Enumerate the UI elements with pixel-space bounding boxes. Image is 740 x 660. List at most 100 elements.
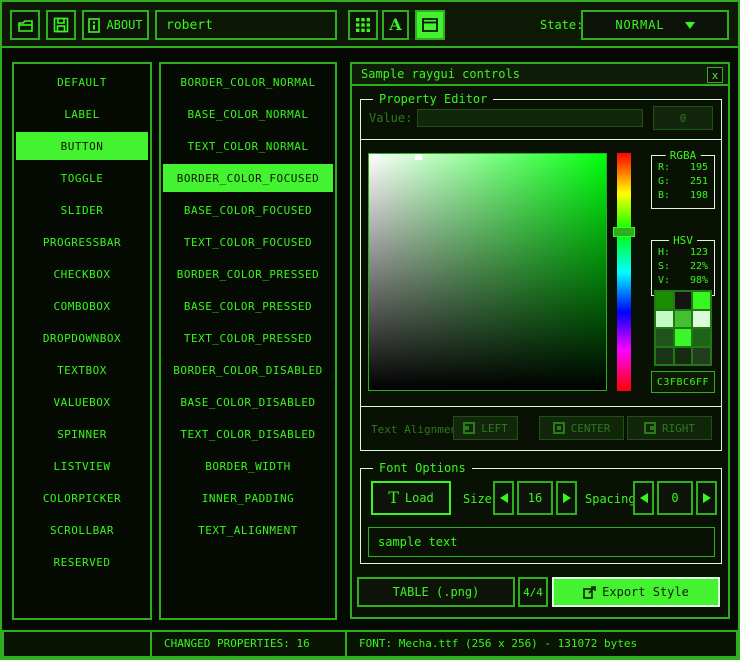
property-editor-group-label: Property Editor (373, 92, 493, 107)
about-button-label: ABOUT (106, 18, 142, 32)
swatch-text-color-pressed[interactable] (693, 329, 710, 346)
align-right-button[interactable]: RIGHT (627, 416, 712, 440)
swatch-base-color-normal[interactable] (675, 292, 692, 309)
property-item[interactable]: BORDER_COLOR_DISABLED (163, 356, 333, 384)
property-item[interactable]: BASE_COLOR_NORMAL (163, 100, 333, 128)
control-item-slider[interactable]: SLIDER (16, 196, 148, 224)
control-item-colorpicker[interactable]: COLORPICKER (16, 484, 148, 512)
divider (361, 139, 721, 140)
color-cursor[interactable] (415, 154, 422, 160)
control-item-combobox[interactable]: COMBOBOX (16, 292, 148, 320)
size-value-box[interactable]: 16 (517, 481, 553, 515)
swatch-base-color-disabled[interactable] (675, 348, 692, 365)
style-table-view-button[interactable] (348, 10, 378, 40)
export-format-label: TABLE (.png) (393, 585, 480, 599)
divider (361, 406, 721, 407)
size-increment-button[interactable] (556, 481, 577, 515)
sample-text-input[interactable] (369, 528, 714, 556)
font-view-button[interactable]: A (382, 10, 409, 40)
arrow-left-icon (500, 493, 508, 503)
align-left-button[interactable]: LEFT (453, 416, 518, 440)
property-item[interactable]: INNER_PADDING (163, 484, 333, 512)
control-item-default[interactable]: DEFAULT (16, 68, 148, 96)
control-item-dropdownbox[interactable]: DROPDOWNBOX (16, 324, 148, 352)
window-titlebar[interactable]: Sample raygui controls x (352, 64, 728, 86)
property-item-selected[interactable]: BORDER_COLOR_FOCUSED (163, 164, 333, 192)
value-box-text: 0 (680, 112, 687, 125)
swatch-border-color-disabled[interactable] (656, 348, 673, 365)
value-box[interactable]: 0 (653, 106, 713, 130)
control-item-button[interactable]: BUTTON (16, 132, 148, 160)
property-item[interactable]: BASE_COLOR_FOCUSED (163, 196, 333, 224)
property-item[interactable]: TEXT_COLOR_DISABLED (163, 420, 333, 448)
property-item[interactable]: BASE_COLOR_PRESSED (163, 292, 333, 320)
control-item-spinner[interactable]: SPINNER (16, 420, 148, 448)
property-item[interactable]: BASE_COLOR_DISABLED (163, 388, 333, 416)
value-slider[interactable] (417, 109, 643, 127)
sample-window: Sample raygui controls x Property Editor… (350, 62, 730, 619)
about-button[interactable]: ABOUT (82, 10, 149, 40)
swatch-base-color-pressed[interactable] (675, 329, 692, 346)
control-item-valuebox[interactable]: VALUEBOX (16, 388, 148, 416)
spacing-decrement-button[interactable] (633, 481, 654, 515)
hue-bar[interactable] (617, 153, 631, 391)
spacing-value-box[interactable]: 0 (657, 481, 693, 515)
swatch-text-color-normal[interactable] (693, 292, 710, 309)
window-close-button[interactable]: x (707, 67, 723, 83)
load-font-button[interactable]: T Load (371, 481, 451, 515)
export-style-button[interactable]: Export Style (552, 577, 720, 607)
control-item-toggle[interactable]: TOGGLE (16, 164, 148, 192)
swatch-border-color-normal[interactable] (656, 292, 673, 309)
color-picker-panel[interactable] (368, 153, 607, 391)
control-item-label[interactable]: LABEL (16, 100, 148, 128)
toolbar: ABOUT A State: NORMAL (2, 2, 738, 48)
load-font-label: Load (405, 491, 434, 505)
export-style-label: Export Style (602, 585, 689, 599)
open-file-button[interactable] (10, 10, 40, 40)
rguistyler-app: ABOUT A State: NORMAL (0, 0, 740, 660)
align-center-button[interactable]: CENTER (539, 416, 624, 440)
control-item-checkbox[interactable]: CHECKBOX (16, 260, 148, 288)
save-file-button[interactable] (46, 10, 76, 40)
property-item[interactable]: TEXT_COLOR_PRESSED (163, 324, 333, 352)
swatch-base-color-focused[interactable] (675, 311, 692, 328)
control-item-reserved[interactable]: RESERVED (16, 548, 148, 576)
property-item[interactable]: TEXT_COLOR_NORMAL (163, 132, 333, 160)
chevron-down-icon (685, 22, 695, 29)
property-item[interactable]: BORDER_COLOR_NORMAL (163, 68, 333, 96)
property-item[interactable]: TEXT_COLOR_FOCUSED (163, 228, 333, 256)
align-center-icon (553, 422, 565, 434)
style-name-box (155, 10, 337, 40)
export-format-button[interactable]: TABLE (.png) (357, 577, 515, 607)
control-item-progressbar[interactable]: PROGRESSBAR (16, 228, 148, 256)
control-item-textbox[interactable]: TEXTBOX (16, 356, 148, 384)
hsv-group: HSV H:123 S:22% V:98% (651, 240, 715, 296)
style-name-input[interactable] (157, 12, 335, 38)
state-dropdown-value: NORMAL (615, 18, 664, 32)
property-item[interactable]: TEXT_ALIGNMENT (163, 516, 333, 544)
state-dropdown[interactable]: NORMAL (581, 10, 729, 40)
hex-value-box[interactable]: C3FBC6FF (651, 371, 715, 393)
controls-view-button[interactable] (415, 10, 445, 40)
control-item-scrollbar[interactable]: SCROLLBAR (16, 516, 148, 544)
swatch-text-color-disabled[interactable] (693, 348, 710, 365)
size-decrement-button[interactable] (493, 481, 514, 515)
sample-text-box (368, 527, 715, 557)
property-editor-group: Property Editor Value: 0 RGBA R:195 (360, 99, 722, 451)
controls-listbox: DEFAULT LABEL BUTTON TOGGLE SLIDER PROGR… (12, 62, 152, 620)
swatch-text-color-focused[interactable] (693, 311, 710, 328)
window-icon (422, 18, 438, 32)
swatch-border-color-focused[interactable] (656, 311, 673, 328)
statusbar-divider (345, 632, 347, 656)
property-item[interactable]: BORDER_WIDTH (163, 452, 333, 480)
control-item-listview[interactable]: LISTVIEW (16, 452, 148, 480)
window-title: Sample raygui controls (361, 67, 520, 81)
swatch-border-color-pressed[interactable] (656, 329, 673, 346)
property-item[interactable]: BORDER_COLOR_PRESSED (163, 260, 333, 288)
font-options-group: Font Options T Load Size: 16 Spacing: 0 (360, 468, 722, 564)
hsv-sat-row: S:22% (652, 260, 714, 274)
hex-value-text: C3FBC6FF (657, 377, 709, 388)
hue-slider-handle[interactable] (613, 227, 635, 237)
arrow-left-icon (640, 493, 648, 503)
spacing-increment-button[interactable] (696, 481, 717, 515)
